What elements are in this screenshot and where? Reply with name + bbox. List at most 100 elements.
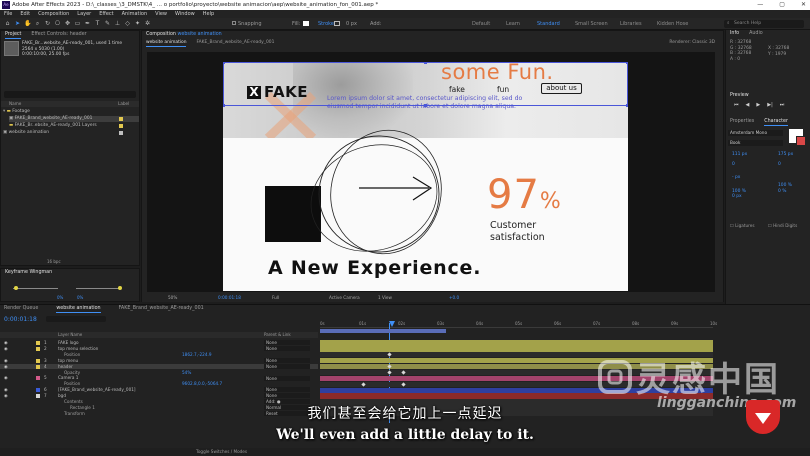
camera-tool-icon[interactable]: ⎔ [54, 20, 61, 27]
layer-duration-bar[interactable] [320, 340, 713, 346]
timeline-timecode[interactable]: 0:00:01:18 [4, 316, 37, 323]
parent-select[interactable]: None [264, 346, 310, 352]
property-value[interactable]: 9602.8,0.0,-5064.7 [182, 381, 222, 387]
selection-handle[interactable] [626, 62, 628, 64]
layer-row[interactable]: ◉ 2 top menu selection None [0, 346, 318, 352]
workspace-default[interactable]: Default [472, 21, 490, 27]
baseline-value[interactable]: 0 px [732, 194, 747, 200]
layer-duration-bar[interactable] [320, 346, 713, 352]
snapping-checkbox[interactable] [232, 21, 236, 25]
layer-selection-box[interactable] [223, 62, 628, 106]
layer-name[interactable]: Camera 1 [58, 375, 78, 381]
bit-depth[interactable]: 16 bpc [47, 259, 61, 264]
layer-row[interactable]: ◉ 5 Camera 1 None [0, 375, 318, 381]
kerning-value[interactable]: 0 [732, 162, 747, 168]
menu-edit[interactable]: Edit [20, 10, 30, 18]
selection-handle[interactable] [223, 104, 225, 107]
menu-window[interactable]: Window [175, 10, 195, 18]
layer-row[interactable]: ◉ 4 header None [0, 363, 318, 370]
minimize-button[interactable]: — [757, 0, 763, 10]
maximize-button[interactable]: ▢ [779, 0, 785, 10]
leading-value[interactable]: 175 px [778, 152, 793, 158]
visibility-eye-icon[interactable]: ◉ [4, 346, 8, 352]
search-help-input[interactable]: ⌕ Search Help [724, 20, 804, 28]
project-row[interactable]: ▬ FAKE_Br..ebsite_AE-ready_001 Layers [9, 123, 123, 129]
layer-label-swatch[interactable] [36, 358, 40, 363]
work-area-bar[interactable] [320, 329, 446, 333]
selection-handle[interactable] [626, 104, 628, 107]
clone-tool-icon[interactable]: ⊥ [114, 20, 121, 27]
layer-row[interactable]: ◉ 7 bgd None [0, 393, 318, 399]
column-name[interactable]: Name [9, 101, 21, 107]
layer-name[interactable]: FAKE logo [58, 340, 79, 346]
tab-composition[interactable]: Composition website animation [146, 31, 222, 39]
property-row[interactable]: Position 1862.7,-224.9 [0, 352, 318, 358]
timeline-search-input[interactable] [46, 316, 106, 322]
time-ruler[interactable]: 0s 01s 02s 03s 04s 05s 06s 07s 08s 09s 10s [320, 320, 717, 328]
workspace-libraries[interactable]: Libraries [620, 21, 642, 27]
last-frame-icon[interactable]: ⏭ [780, 102, 785, 108]
ease-in-slider[interactable] [76, 288, 121, 289]
ease-out-slider[interactable] [13, 288, 58, 289]
tab-website-animation[interactable]: website animation [56, 305, 101, 313]
property-value[interactable]: 1862.7,-224.9 [182, 352, 211, 358]
selection-handle[interactable] [424, 104, 427, 107]
workspace-standard[interactable]: Standard [537, 21, 560, 27]
stroke-width[interactable]: 0 px [346, 21, 357, 27]
prev-frame-icon[interactable]: ◀ [746, 102, 750, 108]
layer-name[interactable]: top menu [58, 358, 78, 364]
type-tool-icon[interactable]: T [94, 20, 101, 27]
roto-tool-icon[interactable]: ✦ [134, 20, 141, 27]
column-layer-name[interactable]: Layer Name [58, 332, 82, 338]
visibility-eye-icon[interactable]: ◉ [4, 387, 8, 393]
workspace-kidden-hose[interactable]: Kidden Hose [657, 21, 688, 27]
stroke-width-value[interactable]: - px [732, 175, 747, 181]
brush-tool-icon[interactable]: ✎ [104, 20, 111, 27]
menu-composition[interactable]: Composition [38, 10, 69, 18]
parent-select[interactable]: None [264, 363, 310, 369]
visibility-eye-icon[interactable]: ◉ [4, 364, 8, 370]
layer-name[interactable]: [FAKE_Brand_website_AE-ready_001] [58, 387, 136, 393]
menu-layer[interactable]: Layer [77, 10, 91, 18]
menu-effect[interactable]: Effect [99, 10, 113, 18]
selection-tool-icon[interactable]: ➤ [14, 20, 21, 27]
parent-select[interactable]: None [264, 340, 310, 346]
ease-out-value[interactable]: 0% [57, 295, 63, 300]
project-search-input[interactable] [4, 91, 136, 98]
hindi-digits-option[interactable]: ☐ Hindi Digits [768, 223, 797, 228]
renderer-label[interactable]: Renderer: Classic 3D [669, 39, 715, 47]
selection-handle[interactable] [223, 62, 225, 64]
rotate-tool-icon[interactable]: ↻ [44, 20, 51, 27]
project-row[interactable]: ▣ website animation [3, 130, 123, 136]
zoom-select[interactable]: 50% [168, 293, 177, 302]
menu-view[interactable]: View [155, 10, 167, 18]
menu-help[interactable]: Help [203, 10, 214, 18]
layer-label-swatch[interactable] [36, 341, 40, 345]
ease-in-value[interactable]: 0% [77, 295, 83, 300]
selection-handle[interactable] [424, 62, 427, 64]
visibility-eye-icon[interactable]: ◉ [4, 393, 8, 399]
layer-name[interactable]: Opacity [64, 370, 80, 376]
stroke-label[interactable]: Stroke [318, 21, 334, 27]
rectangle-tool-icon[interactable]: ▭ [74, 20, 81, 27]
views-select[interactable]: 1 View [378, 293, 392, 302]
pan-behind-tool-icon[interactable]: ✥ [64, 20, 71, 27]
tab-properties[interactable]: Properties [730, 118, 754, 126]
visibility-eye-icon[interactable]: ◉ [4, 340, 8, 346]
subtab-fake-brand[interactable]: FAKE_Brand_website_AE-ready_001 [196, 39, 274, 47]
workspace-small-screen[interactable]: Small Screen [575, 21, 608, 27]
fill-swatch[interactable] [303, 21, 309, 26]
puppet-tool-icon[interactable]: ✲ [144, 20, 151, 27]
ease-out-handle[interactable] [14, 286, 18, 290]
layer-name[interactable]: top menu selection [58, 346, 98, 352]
zoom-tool-icon[interactable]: ⌕ [34, 20, 41, 27]
property-value[interactable]: 54% [182, 370, 191, 376]
next-frame-icon[interactable]: ▶| [767, 102, 773, 108]
layer-name[interactable]: Position [64, 381, 80, 387]
exposure-value[interactable]: +0.0 [449, 293, 459, 302]
tab-render-queue[interactable]: Render Queue [4, 305, 38, 313]
workspace-learn[interactable]: Learn [506, 21, 520, 27]
font-family-select[interactable]: Amsterdam Mono [728, 130, 783, 136]
stroke-color-swatch[interactable] [796, 136, 806, 146]
first-frame-icon[interactable]: ⏮ [734, 102, 739, 108]
